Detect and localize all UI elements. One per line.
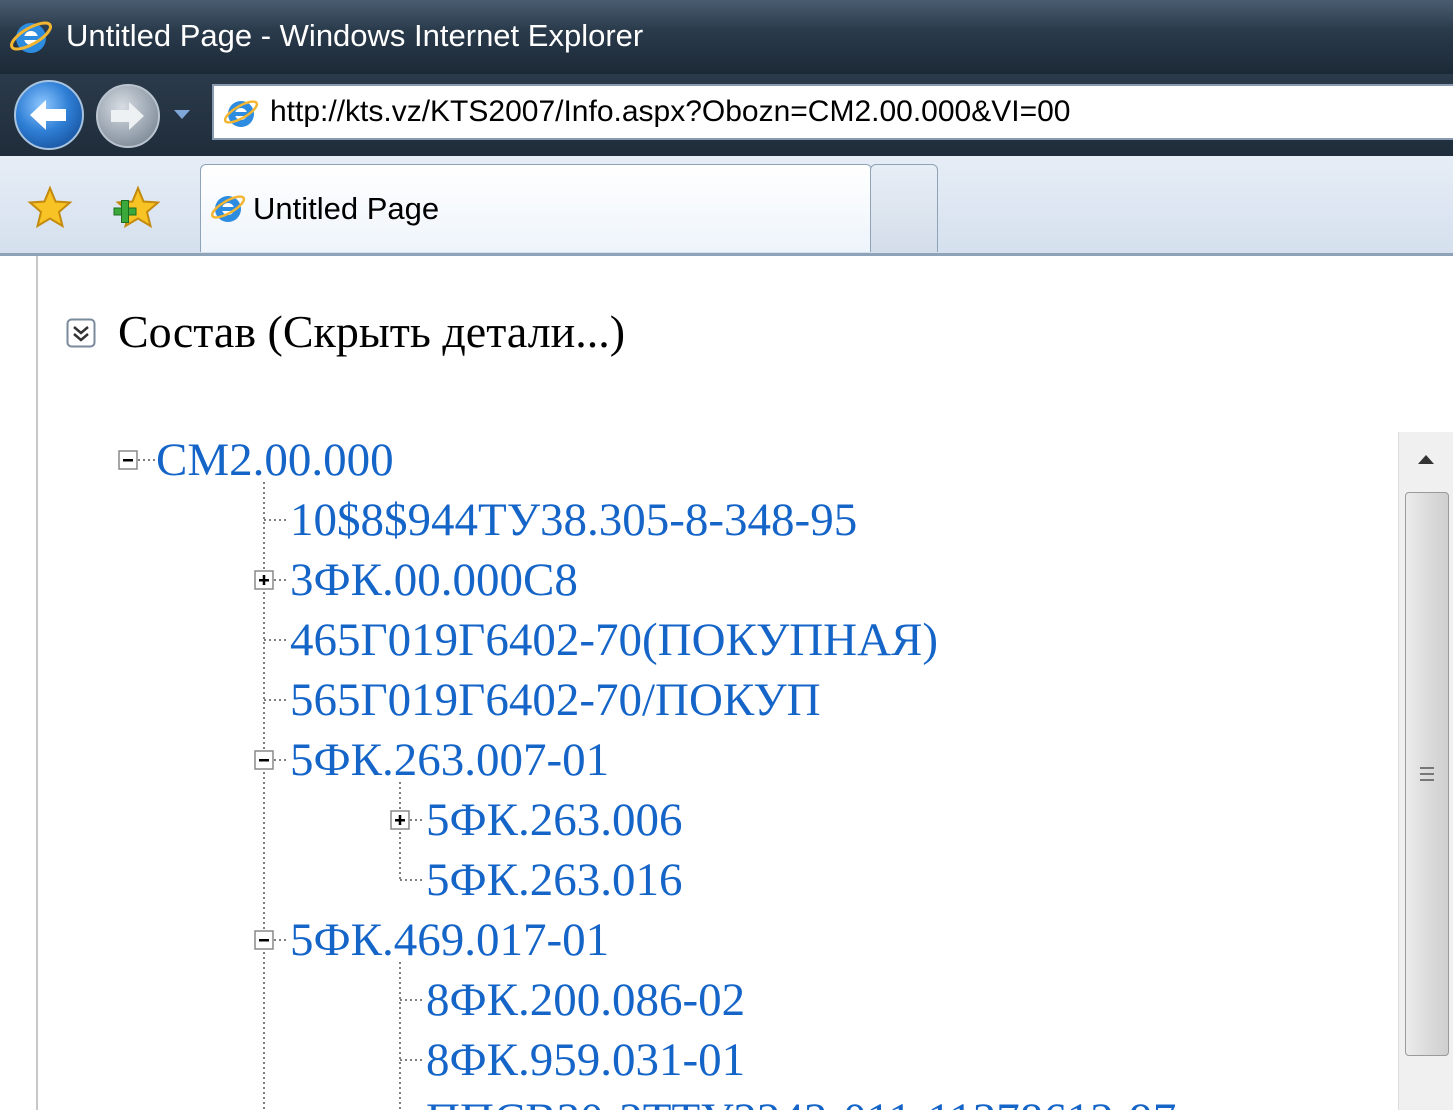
forward-arrow-icon <box>111 102 144 130</box>
browser-window: Untitled Page - Windows Internet Explore… <box>0 0 1453 1110</box>
address-bar[interactable] <box>212 84 1453 140</box>
favorites-star-icon[interactable] <box>26 184 74 232</box>
back-arrow-icon <box>30 100 66 130</box>
tree-node[interactable]: 5ФК.263.007-01 <box>290 732 609 788</box>
tree-node[interactable]: 8ФК.959.031-01 <box>426 1032 745 1088</box>
tree-view: CM2.00.000 10$8$944ТУ38.305-8-348-95 3ФК… <box>0 426 1400 1110</box>
tree-node[interactable]: 465Г019Г6402-70(ПОКУПНАЯ) <box>290 612 938 668</box>
collapse-toggle-icon[interactable] <box>254 750 274 770</box>
tab-label: Untitled Page <box>253 191 440 226</box>
vertical-scrollbar[interactable] <box>1398 432 1453 1110</box>
address-input[interactable] <box>270 90 1450 134</box>
tab-ie-icon <box>210 195 246 222</box>
scroll-up-arrow-icon[interactable] <box>1399 432 1453 486</box>
collapse-toggle-icon[interactable] <box>118 450 138 470</box>
tree-node-root[interactable]: CM2.00.000 <box>156 432 394 488</box>
back-button[interactable] <box>14 80 84 150</box>
tree-node[interactable]: 3ФК.00.000С8 <box>290 552 578 608</box>
tree-node[interactable]: 565Г019Г6402-70/ПОКУП <box>290 672 821 728</box>
tree-node[interactable]: 5ФК.263.016 <box>426 852 682 908</box>
scroll-grip-icon <box>1420 767 1434 781</box>
expand-toggle-icon[interactable] <box>254 570 274 590</box>
tree-node[interactable]: 5ФК.469.017-01 <box>290 912 609 968</box>
ie-logo-icon <box>10 21 52 53</box>
expand-toggle-icon[interactable] <box>390 810 410 830</box>
navigation-bar <box>0 74 1453 156</box>
tree-node[interactable]: 5ФК.263.006 <box>426 792 682 848</box>
recent-pages-dropdown[interactable] <box>174 110 190 119</box>
section-title[interactable]: Состав (Скрыть детали...) <box>118 304 625 360</box>
forward-button[interactable] <box>96 84 160 148</box>
new-tab-button[interactable] <box>870 164 938 252</box>
window-title: Untitled Page - Windows Internet Explore… <box>66 18 644 53</box>
tree-node[interactable]: 10$8$944ТУ38.305-8-348-95 <box>290 492 857 548</box>
tab-bar: Untitled Page <box>0 156 1453 256</box>
add-favorite-star-icon[interactable] <box>112 184 160 232</box>
page-ie-icon <box>223 100 259 127</box>
page-content: Состав (Скрыть детали...) CM2.00.000 10$… <box>0 256 1453 1110</box>
collapse-chevron-icon[interactable] <box>66 318 96 348</box>
collapse-toggle-icon[interactable] <box>254 930 274 950</box>
tree-node[interactable]: ППСВ30-2ТТУ2243-011-11378612-97 <box>426 1092 1176 1110</box>
tree-node[interactable]: 8ФК.200.086-02 <box>426 972 745 1028</box>
title-bar: Untitled Page - Windows Internet Explore… <box>0 0 1453 74</box>
tab-untitled-page[interactable]: Untitled Page <box>200 164 872 252</box>
scrollbar-thumb[interactable] <box>1405 492 1449 1056</box>
